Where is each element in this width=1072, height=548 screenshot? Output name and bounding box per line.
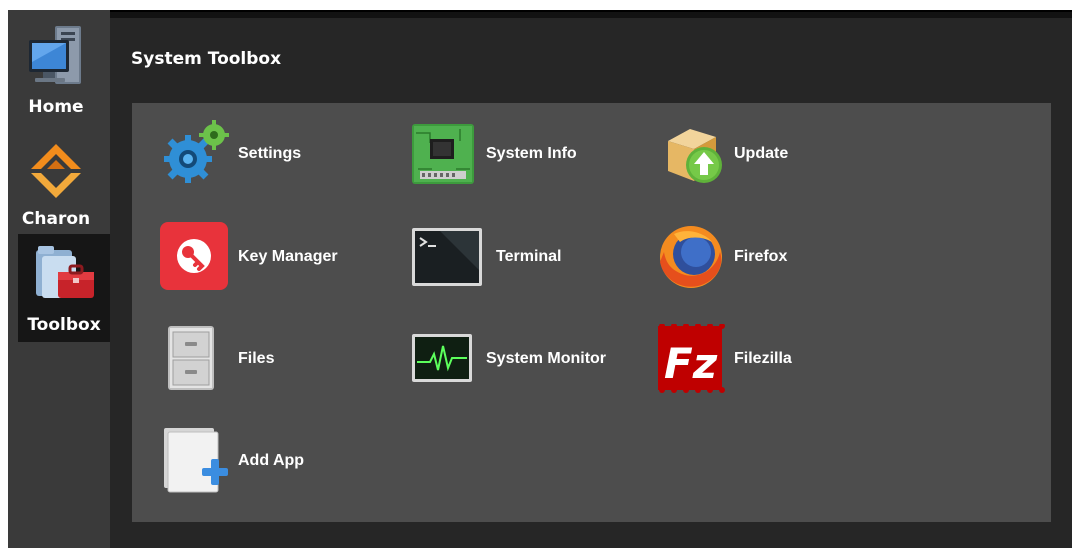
charon-logo-icon <box>23 140 89 207</box>
sidebar-item-label: Home <box>28 97 84 117</box>
terminal-icon <box>410 222 490 292</box>
app-label: Settings <box>238 145 302 162</box>
toolbox-icon <box>28 242 100 313</box>
circuit-board-icon <box>410 119 480 189</box>
app-label: Firefox <box>734 248 788 265</box>
app-terminal[interactable]: Terminal <box>410 222 562 292</box>
app-label: Files <box>238 350 275 367</box>
page-title: System Toolbox <box>131 49 282 69</box>
add-app-icon <box>160 426 230 496</box>
app-system-monitor[interactable]: System Monitor <box>410 324 606 394</box>
app-label: Key Manager <box>238 248 338 265</box>
key-icon <box>160 222 230 292</box>
app-add-app[interactable]: Add App <box>160 426 304 496</box>
app-label: Update <box>734 145 789 162</box>
sidebar-item-toolbox[interactable]: Toolbox <box>18 234 110 342</box>
svg-text:Fz: Fz <box>664 339 718 388</box>
app-filezilla[interactable]: Fz Filezilla <box>656 323 792 394</box>
sidebar-item-home[interactable]: Home <box>10 22 102 122</box>
app-firefox[interactable]: Firefox <box>656 222 787 292</box>
package-update-icon <box>660 119 730 189</box>
computer-icon <box>21 22 91 95</box>
filezilla-icon: Fz <box>656 323 726 394</box>
app-system-info[interactable]: System Info <box>410 119 577 189</box>
app-update[interactable]: Update <box>660 119 788 189</box>
sidebar-item-charon[interactable]: Charon <box>10 140 102 230</box>
gears-icon <box>160 119 230 189</box>
app-label: Terminal <box>496 248 562 265</box>
file-cabinet-icon <box>160 324 230 394</box>
app-label: System Info <box>486 145 577 162</box>
pulse-monitor-icon <box>410 324 480 394</box>
app-label: Filezilla <box>734 350 792 367</box>
app-files[interactable]: Files <box>160 324 274 394</box>
sidebar-item-label: Charon <box>21 209 91 229</box>
app-settings[interactable]: Settings <box>160 119 301 189</box>
app-label: Add App <box>238 452 305 469</box>
sidebar-item-label: Toolbox <box>27 315 101 335</box>
firefox-icon <box>656 222 726 292</box>
app-key-manager[interactable]: Key Manager <box>160 222 338 292</box>
app-label: System Monitor <box>486 350 607 367</box>
